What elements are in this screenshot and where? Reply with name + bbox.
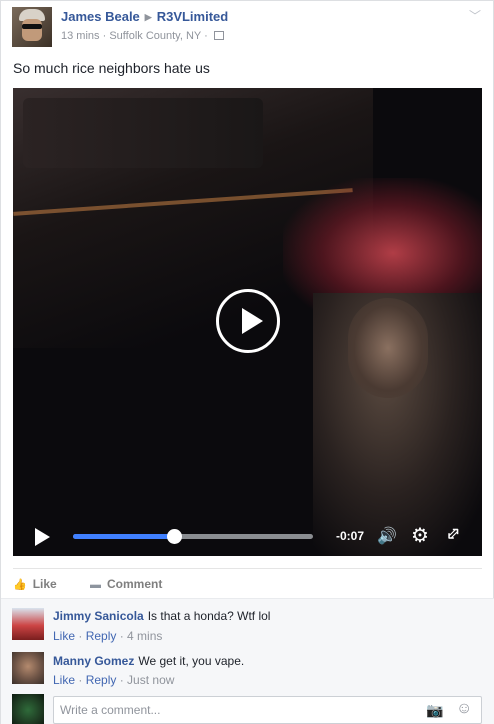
comment-reply-link[interactable]: Reply — [86, 629, 117, 643]
commenter-name-link[interactable]: Manny Gomez — [53, 654, 134, 668]
comment-like-link[interactable]: Like — [53, 629, 75, 643]
thumbs-up-icon: 👍 — [13, 579, 27, 591]
play-icon[interactable] — [35, 528, 50, 546]
video-progress-fill — [73, 534, 174, 539]
video-frame-window — [23, 98, 263, 168]
comment-bubble-icon: ▬ — [90, 579, 101, 591]
comment-time[interactable]: 4 mins — [127, 629, 162, 643]
like-label: Like — [32, 577, 57, 591]
commenter-name-link[interactable]: Jimmy Sanicola — [53, 609, 144, 623]
group-name-link[interactable]: R3VLimited — [157, 9, 229, 24]
fullscreen-icon[interactable]: ⇕ — [440, 522, 465, 548]
video-frame-head — [348, 298, 428, 398]
volume-icon[interactable]: 🔊 — [377, 526, 397, 546]
commenter-avatar[interactable] — [12, 608, 44, 640]
post-card: James Beale ▶ R3VLimited 13 mins · Suffolk… — [0, 0, 494, 724]
settings-gear-icon[interactable]: ⚙ — [411, 523, 429, 548]
commenter-avatar[interactable] — [12, 652, 44, 684]
avatar-face — [22, 19, 42, 41]
author-name-link[interactable]: James Beale — [61, 9, 140, 24]
current-user-avatar — [12, 694, 44, 724]
comment-input[interactable] — [60, 702, 400, 718]
emoji-icon[interactable]: ☺ — [456, 700, 472, 718]
comment-composer[interactable]: 📷 ☺ — [53, 696, 482, 724]
post-author-line: James Beale ▶ R3VLimited — [61, 9, 228, 24]
post-location-link[interactable]: Suffolk County, NY — [109, 30, 201, 42]
audience-icon[interactable] — [213, 31, 224, 40]
author-avatar[interactable] — [12, 7, 52, 47]
video-scrubber-handle[interactable] — [166, 529, 182, 544]
post-text: So much rice neighbors hate us — [13, 60, 210, 76]
comment-label: Comment — [107, 577, 163, 591]
comment-time[interactable]: Just now — [127, 673, 174, 687]
comment-button[interactable]: ▬ Comment — [90, 577, 162, 591]
right-triangle-icon: ▶ — [144, 12, 152, 22]
comment-actions: Like · Reply · 4 mins — [53, 629, 163, 643]
video-progress-bar[interactable] — [73, 529, 313, 544]
comment-reply-link[interactable]: Reply — [86, 673, 117, 687]
meta-separator: · — [102, 30, 107, 42]
camera-icon[interactable]: 📷 — [426, 702, 443, 719]
comment: Jimmy Sanicola Is that a honda? Wtf lol — [53, 609, 270, 623]
comment-actions: Like · Reply · Just now — [53, 673, 175, 687]
video-player[interactable]: -0:07 🔊 ⚙ ⇕ — [13, 88, 482, 556]
meta-separator: · — [204, 30, 208, 42]
post-meta: 13 mins · Suffolk County, NY · — [61, 30, 224, 42]
chevron-down-icon[interactable]: ﹀ — [469, 7, 481, 24]
play-icon[interactable] — [216, 289, 280, 353]
comment: Manny Gomez We get it, you vape. — [53, 654, 244, 668]
divider — [13, 568, 482, 569]
remaining-time: -0:07 — [336, 529, 365, 543]
comment-like-link[interactable]: Like — [53, 673, 75, 687]
post-time-link[interactable]: 13 mins — [61, 30, 100, 42]
like-button[interactable]: 👍 Like — [13, 577, 57, 591]
comment-text: We get it, you vape. — [138, 654, 245, 668]
comment-text: Is that a honda? Wtf lol — [147, 609, 271, 623]
video-controls: -0:07 🔊 ⚙ ⇕ — [13, 516, 482, 556]
avatar-sunglasses — [22, 24, 42, 29]
